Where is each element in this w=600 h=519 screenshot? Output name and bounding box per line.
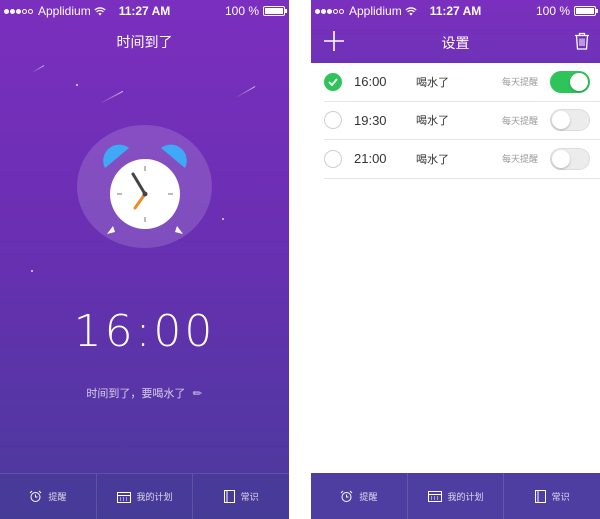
- shooting-star-decoration: [235, 86, 256, 98]
- tab-bar: 提醒 我的计划 常识: [311, 473, 600, 519]
- tab-label: 我的计划: [447, 492, 484, 503]
- battery-label: 100 %: [224, 4, 259, 18]
- tab-bar: 提醒 我的计划 常识: [0, 473, 289, 519]
- battery-icon: [574, 6, 598, 16]
- reminder-message: 时间到了，要喝水了 ✎: [0, 385, 289, 402]
- screen-title: 时间到了: [116, 35, 173, 51]
- alarm-repeat: 每天提醒: [501, 155, 538, 166]
- tab-reminder[interactable]: 提醒: [0, 474, 96, 519]
- tab-label: 我的计划: [136, 493, 173, 503]
- toggle-knob: [570, 72, 588, 91]
- star-decoration: [222, 218, 224, 220]
- alarm-toggle[interactable]: [550, 147, 590, 170]
- tab-label: 提醒: [359, 492, 378, 503]
- tab-label: 提醒: [48, 493, 67, 503]
- alarm-icon: [29, 490, 42, 502]
- star-decoration: [31, 270, 33, 272]
- alarm-row[interactable]: 21:00 喝水了 每天提醒: [324, 140, 600, 179]
- tab-reminder[interactable]: 提醒: [311, 473, 407, 519]
- alarm-time: 16:00: [354, 74, 387, 90]
- shooting-star-decoration: [99, 90, 124, 104]
- calendar-icon: [116, 491, 131, 503]
- settings-screen: Applidium 11:27 AM 100 % 设置 16:00 喝水了 每天…: [311, 0, 600, 519]
- tab-label: 常识: [240, 493, 259, 503]
- toggle-knob: [552, 111, 570, 130]
- alarm-list: 16:00 喝水了 每天提醒 19:30 喝水了 每天提醒 21:00 喝水了 …: [324, 63, 600, 179]
- alarm-time: 21:00: [354, 151, 387, 167]
- star-decoration: [76, 84, 78, 86]
- page-title: 设置: [441, 36, 470, 52]
- alarm-repeat: 每天提醒: [501, 116, 538, 127]
- book-icon: [223, 490, 235, 503]
- toggle-knob: [552, 149, 570, 168]
- alarm-toggle[interactable]: [550, 109, 590, 132]
- tab-knowledge[interactable]: 常识: [192, 474, 289, 519]
- alarm-repeat: 每天提醒: [501, 78, 538, 89]
- status-bar: Applidium 11:27 AM 100 %: [311, 0, 600, 20]
- alarm-time: 19:30: [354, 112, 387, 128]
- tab-my-plan[interactable]: 我的计划: [406, 473, 504, 519]
- checkmark-icon: [328, 78, 338, 86]
- alarm-toggle[interactable]: [550, 70, 590, 93]
- alarm-clock-icon: [103, 144, 187, 234]
- reminder-text: 时间到了，要喝水了: [86, 387, 186, 400]
- battery-label: 100 %: [535, 4, 570, 18]
- shooting-star-decoration: [31, 65, 45, 73]
- calendar-icon: [427, 491, 442, 502]
- battery-icon: [263, 6, 287, 16]
- book-icon: [534, 489, 546, 503]
- alarm-time-display: 16:00: [73, 306, 216, 357]
- alarm-label: 喝水了: [416, 75, 449, 89]
- alarm-row[interactable]: 16:00 喝水了 每天提醒: [324, 63, 600, 102]
- tab-label: 常识: [551, 492, 570, 503]
- alarm-label: 喝水了: [416, 114, 449, 128]
- tab-my-plan[interactable]: 我的计划: [95, 474, 193, 519]
- alarm-ringing-screen: Applidium 11:27 AM 100 % 时间到了 16:00 时间到了…: [0, 0, 289, 519]
- nav-bar: Applidium 11:27 AM 100 % 设置: [311, 0, 600, 63]
- alarm-row[interactable]: 19:30 喝水了 每天提醒: [324, 102, 600, 140]
- alarm-icon: [340, 490, 353, 502]
- alarm-label: 喝水了: [416, 152, 449, 166]
- edit-icon[interactable]: ✎: [190, 386, 206, 402]
- select-checkbox[interactable]: [324, 111, 342, 130]
- tab-knowledge[interactable]: 常识: [503, 473, 600, 519]
- select-checkbox[interactable]: [324, 149, 342, 168]
- status-bar: Applidium 11:27 AM 100 %: [0, 0, 289, 20]
- select-checkbox[interactable]: [324, 72, 342, 91]
- delete-button[interactable]: [574, 32, 590, 50]
